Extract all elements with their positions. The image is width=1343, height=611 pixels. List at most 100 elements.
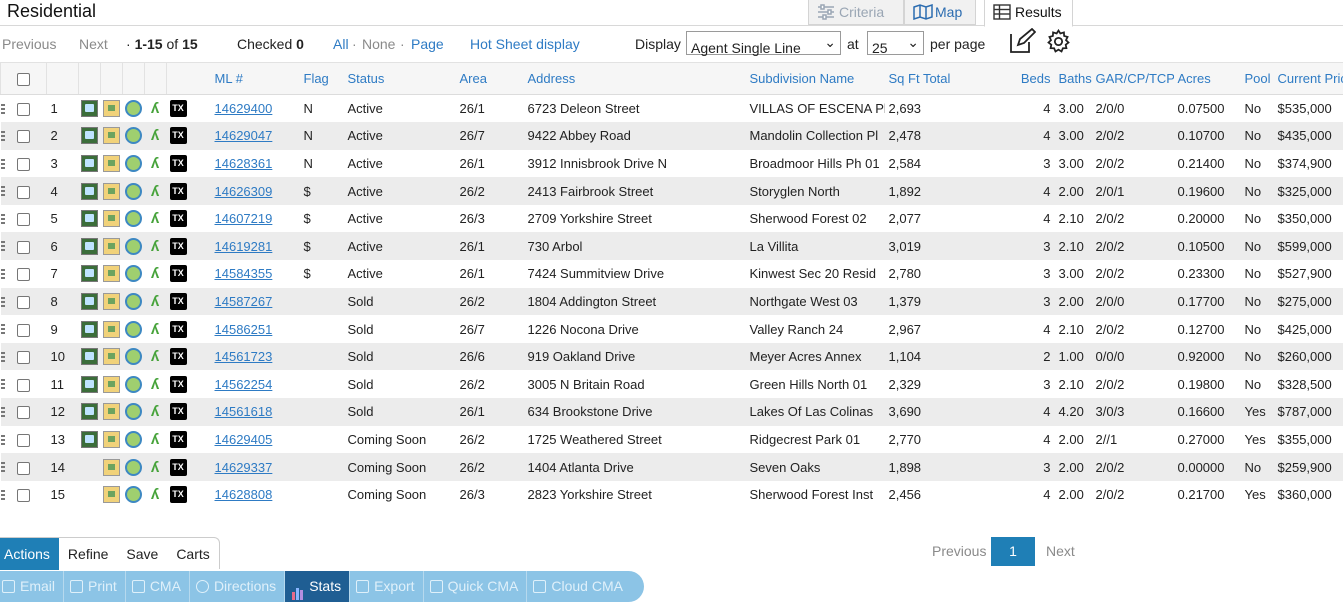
tx-icon[interactable]: TX bbox=[170, 403, 187, 420]
tab-results[interactable]: Results bbox=[984, 0, 1073, 27]
row-checkbox[interactable] bbox=[17, 351, 30, 364]
gallery-icon[interactable] bbox=[103, 321, 120, 338]
table-row[interactable]: 4ʎTX14626309$Active26/22413 Fairbrook St… bbox=[1, 177, 1343, 205]
tab-actions[interactable]: Actions bbox=[0, 538, 59, 570]
row-checkbox[interactable] bbox=[17, 268, 30, 281]
tx-icon[interactable]: TX bbox=[170, 127, 187, 144]
leaf-icon[interactable]: ʎ bbox=[147, 431, 164, 448]
gallery-icon[interactable] bbox=[103, 431, 120, 448]
leaf-icon[interactable]: ʎ bbox=[147, 155, 164, 172]
tx-icon[interactable]: TX bbox=[170, 238, 187, 255]
drag-handle-icon[interactable] bbox=[1, 352, 5, 362]
tx-icon[interactable]: TX bbox=[170, 459, 187, 476]
photo-icon[interactable] bbox=[81, 431, 98, 448]
leaf-icon[interactable]: ʎ bbox=[147, 183, 164, 200]
drag-handle-icon[interactable] bbox=[1, 297, 5, 307]
row-checkbox[interactable] bbox=[17, 406, 30, 419]
email-button[interactable]: Email bbox=[0, 571, 64, 602]
tx-icon[interactable]: TX bbox=[170, 210, 187, 227]
col-acres[interactable]: Acres bbox=[1174, 63, 1241, 95]
col-garage[interactable]: GAR/CP/TCP bbox=[1092, 63, 1174, 95]
drag-handle-icon[interactable] bbox=[1, 214, 5, 224]
history-icon[interactable] bbox=[125, 459, 142, 476]
row-checkbox[interactable] bbox=[17, 186, 30, 199]
leaf-icon[interactable]: ʎ bbox=[147, 459, 164, 476]
drag-handle-icon[interactable] bbox=[1, 407, 5, 417]
ml-number-link[interactable]: 14607219 bbox=[215, 211, 273, 226]
history-icon[interactable] bbox=[125, 321, 142, 338]
table-row[interactable]: 3ʎTX14628361NActive26/13912 Innisbrook D… bbox=[1, 150, 1343, 178]
previous-link[interactable]: Previous bbox=[2, 36, 56, 52]
print-button[interactable]: Print bbox=[64, 571, 126, 602]
photo-icon[interactable] bbox=[81, 321, 98, 338]
history-icon[interactable] bbox=[125, 127, 142, 144]
tab-save[interactable]: Save bbox=[117, 538, 167, 570]
drag-handle-icon[interactable] bbox=[1, 379, 5, 389]
photo-icon[interactable] bbox=[81, 348, 98, 365]
select-page-link[interactable]: Page bbox=[411, 36, 444, 52]
history-icon[interactable] bbox=[125, 293, 142, 310]
history-icon[interactable] bbox=[125, 486, 142, 503]
tx-icon[interactable]: TX bbox=[170, 293, 187, 310]
col-baths[interactable]: Baths bbox=[1055, 63, 1092, 95]
table-row[interactable]: 15ʎTX14628808Coming Soon26/32823 Yorkshi… bbox=[1, 481, 1343, 509]
export-button[interactable]: Export bbox=[350, 571, 423, 602]
select-all-link[interactable]: All bbox=[333, 36, 349, 52]
col-address[interactable]: Address bbox=[524, 63, 746, 95]
history-icon[interactable] bbox=[125, 265, 142, 282]
gallery-icon[interactable] bbox=[103, 403, 120, 420]
photo-icon[interactable] bbox=[81, 100, 98, 117]
tx-icon[interactable]: TX bbox=[170, 376, 187, 393]
tx-icon[interactable]: TX bbox=[170, 183, 187, 200]
ml-number-link[interactable]: 14629337 bbox=[215, 460, 273, 475]
col-status[interactable]: Status bbox=[344, 63, 456, 95]
drag-handle-icon[interactable] bbox=[1, 131, 5, 141]
ml-number-link[interactable]: 14562254 bbox=[215, 377, 273, 392]
ml-number-link[interactable]: 14628361 bbox=[215, 156, 273, 171]
gallery-icon[interactable] bbox=[103, 265, 120, 282]
tab-refine[interactable]: Refine bbox=[59, 538, 117, 570]
cloud-cma-button[interactable]: Cloud CMA bbox=[527, 571, 631, 602]
row-checkbox[interactable] bbox=[17, 462, 30, 475]
pager-previous[interactable]: Previous bbox=[932, 537, 986, 566]
drag-handle-icon[interactable] bbox=[1, 104, 5, 114]
table-row[interactable]: 8ʎTX14587267Sold26/21804 Addington Stree… bbox=[1, 288, 1343, 316]
drag-handle-icon[interactable] bbox=[1, 324, 5, 334]
tab-criteria[interactable]: Criteria bbox=[808, 0, 904, 25]
directions-button[interactable]: Directions bbox=[190, 571, 285, 602]
table-row[interactable]: 14ʎTX14629337Coming Soon26/21404 Atlanta… bbox=[1, 453, 1343, 481]
drag-handle-icon[interactable] bbox=[1, 435, 5, 445]
row-checkbox[interactable] bbox=[17, 130, 30, 143]
table-row[interactable]: 9ʎTX14586251Sold26/71226 Nocona DriveVal… bbox=[1, 315, 1343, 343]
table-row[interactable]: 2ʎTX14629047NActive26/79422 Abbey RoadMa… bbox=[1, 122, 1343, 150]
table-row[interactable]: 6ʎTX14619281$Active26/1730 ArbolLa Villi… bbox=[1, 232, 1343, 260]
history-icon[interactable] bbox=[125, 348, 142, 365]
stats-button[interactable]: Stats bbox=[285, 571, 350, 602]
col-beds[interactable]: Beds bbox=[998, 63, 1055, 95]
ml-number-link[interactable]: 14628808 bbox=[215, 487, 273, 502]
hot-sheet-link[interactable]: Hot Sheet display bbox=[470, 36, 580, 52]
leaf-icon[interactable]: ʎ bbox=[147, 127, 164, 144]
table-row[interactable]: 10ʎTX14561723Sold26/6919 Oakland DriveMe… bbox=[1, 343, 1343, 371]
gear-icon[interactable] bbox=[1046, 29, 1071, 54]
leaf-icon[interactable]: ʎ bbox=[147, 348, 164, 365]
photo-icon[interactable] bbox=[81, 155, 98, 172]
history-icon[interactable] bbox=[125, 100, 142, 117]
tab-carts[interactable]: Carts bbox=[167, 538, 218, 570]
cma-button[interactable]: CMA bbox=[126, 571, 190, 602]
ml-number-link[interactable]: 14629405 bbox=[215, 432, 273, 447]
ml-number-link[interactable]: 14587267 bbox=[215, 294, 273, 309]
row-checkbox[interactable] bbox=[17, 158, 30, 171]
col-sqft[interactable]: Sq Ft Total bbox=[885, 63, 998, 95]
table-row[interactable]: 11ʎTX14562254Sold26/23005 N Britain Road… bbox=[1, 370, 1343, 398]
pager-page-1[interactable]: 1 bbox=[991, 537, 1035, 566]
ml-number-link[interactable]: 14626309 bbox=[215, 184, 273, 199]
drag-handle-icon[interactable] bbox=[1, 159, 5, 169]
drag-handle-icon[interactable] bbox=[1, 490, 5, 500]
row-checkbox[interactable] bbox=[17, 434, 30, 447]
display-select[interactable]: Agent Single Line⌄ bbox=[686, 31, 841, 55]
leaf-icon[interactable]: ʎ bbox=[147, 376, 164, 393]
leaf-icon[interactable]: ʎ bbox=[147, 321, 164, 338]
next-link[interactable]: Next bbox=[79, 36, 108, 52]
ml-number-link[interactable]: 14584355 bbox=[215, 266, 273, 281]
